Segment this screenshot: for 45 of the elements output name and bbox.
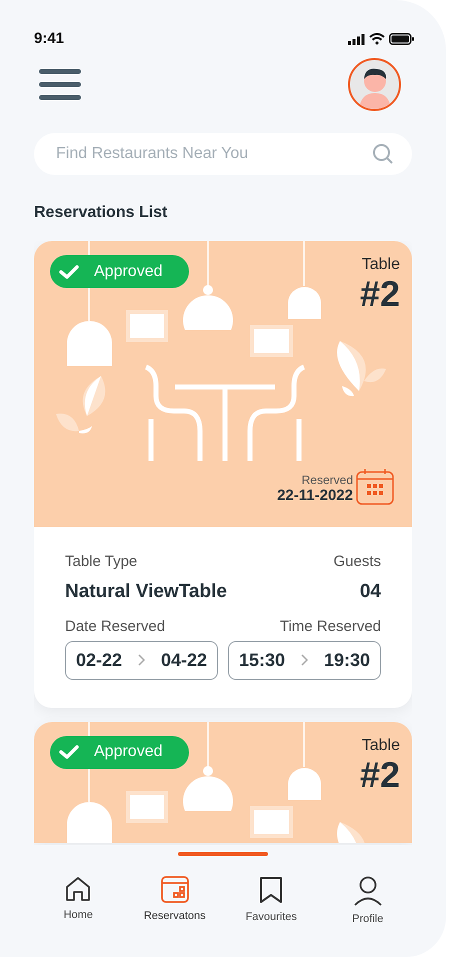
reserved-date: 22-11-2022 xyxy=(277,487,353,505)
date-range-field[interactable]: 02-22 04-22 xyxy=(65,640,218,680)
home-icon xyxy=(65,876,92,902)
field-label: Date Reserved xyxy=(65,617,166,637)
battery-icon xyxy=(389,33,414,45)
field-label: Guests xyxy=(333,552,381,572)
tab-bar-item[interactable]: Favourites xyxy=(231,876,312,926)
table-type-value: Natural ViewTable xyxy=(65,580,227,604)
range-end: 19:30 xyxy=(324,648,370,672)
table-label: Table xyxy=(362,255,400,275)
bookmark-icon xyxy=(259,876,284,904)
guests-value: 04 xyxy=(360,580,381,604)
chevron-right-icon xyxy=(138,654,145,666)
section-title: Reservations List xyxy=(34,203,168,223)
reserved-label: Reserved xyxy=(302,473,353,487)
signal-icon xyxy=(348,34,365,44)
menu-button[interactable] xyxy=(39,69,81,100)
calendar-icon xyxy=(160,876,190,903)
table-number: #2 xyxy=(360,756,400,794)
avatar[interactable] xyxy=(348,58,401,111)
range-start: 02-22 xyxy=(76,648,122,672)
status-label: Approved xyxy=(94,742,162,762)
status-label: Approved xyxy=(94,262,162,282)
table-number: #2 xyxy=(360,275,400,313)
search-icon xyxy=(372,143,394,165)
calendar-icon xyxy=(356,469,394,505)
check-icon xyxy=(58,262,80,280)
wifi-icon xyxy=(369,33,385,45)
field-label: Time Reserved xyxy=(280,617,381,637)
time-range-field[interactable]: 15:30 19:30 xyxy=(228,640,381,680)
tab-bar-item[interactable]: Reservatons xyxy=(134,876,215,924)
field-label: Table Type xyxy=(65,552,138,572)
search-field[interactable]: Find Restaurants Near You xyxy=(34,133,412,175)
tab-bar-item[interactable]: Profile xyxy=(328,876,408,928)
chevron-right-icon xyxy=(301,654,308,666)
reservation-card[interactable]: Approved Table #2 xyxy=(34,722,412,842)
table-label: Table xyxy=(362,736,400,756)
range-end: 04-22 xyxy=(160,648,207,672)
status-time: 9:41 xyxy=(34,28,64,49)
check-icon xyxy=(58,743,80,761)
range-start: 15:30 xyxy=(239,648,286,672)
reservation-card[interactable]: Approved Table #2 Reserved 22-11-2022 Table Type Guests Natural ViewTable 04 Date Reserved Time Reserved 02-22 04-22 15:30 19:30 xyxy=(34,241,412,708)
tab-bar-item[interactable]: Home xyxy=(38,876,118,924)
person-icon xyxy=(352,876,383,906)
search-input[interactable]: Find Restaurants Near You xyxy=(56,142,336,166)
